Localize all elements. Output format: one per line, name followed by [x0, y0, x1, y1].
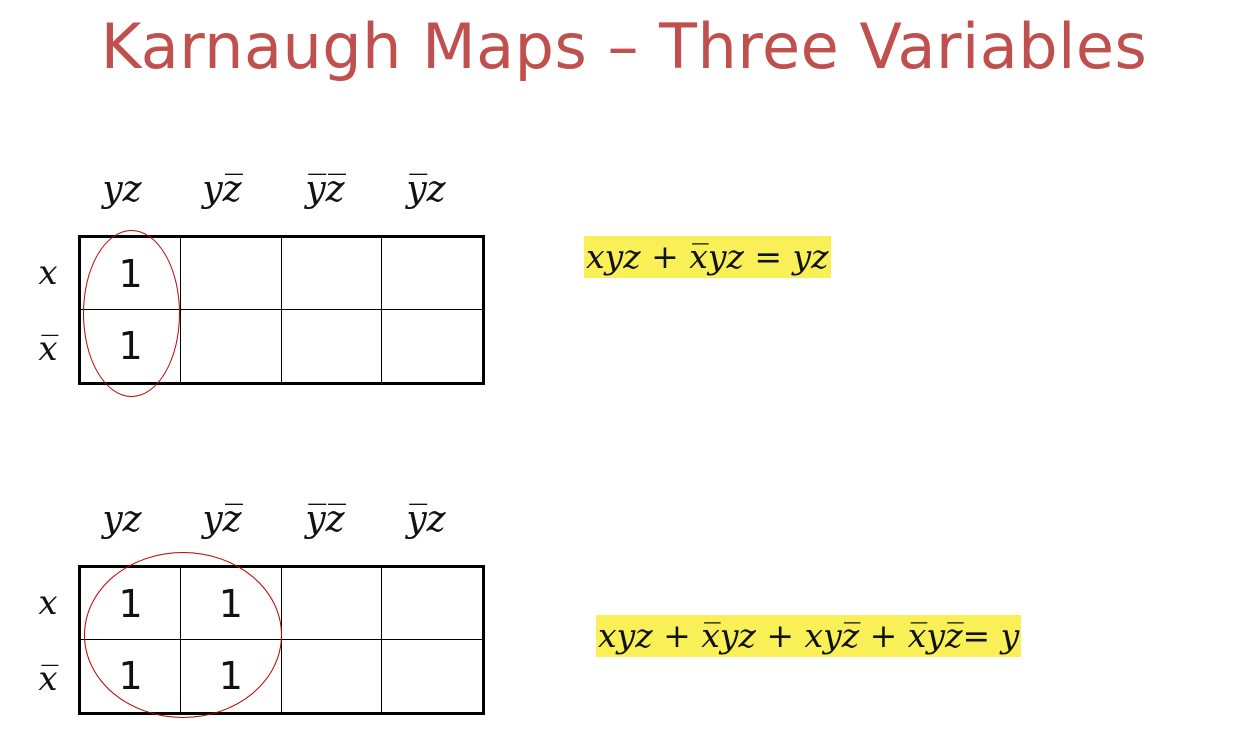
kmap-grid: 1 1: [78, 235, 485, 385]
kmap-cell: 1: [81, 310, 182, 382]
kmap-cell: [181, 238, 282, 310]
column-header-y-zbar: yz̅: [202, 169, 242, 210]
kmap-grid: 1 1 1 1: [78, 565, 485, 715]
column-header-ybar-zbar: y̅z̅: [305, 169, 345, 210]
kmap-cell: [381, 568, 482, 640]
kmap-cell: [281, 238, 382, 310]
row-header-xbar: x̅: [38, 329, 58, 369]
kmap-cell: [281, 568, 382, 640]
column-header-ybar-z: y̅z: [406, 499, 446, 540]
kmap-cell: [181, 310, 282, 382]
row-header-x: x: [38, 583, 58, 623]
column-header-yz: yz: [102, 169, 142, 210]
row-header-x: x: [38, 253, 58, 293]
kmap-cell: 1: [181, 568, 282, 640]
kmap-cell: [382, 640, 482, 712]
kmap-two-cell-group: yz yz̅ y̅z̅ y̅z x x̅ 1 1: [0, 160, 600, 420]
kmap-cell: [282, 310, 382, 382]
column-header-ybar-zbar: y̅z̅: [305, 499, 345, 540]
simplification-expression: xyz + x̅yz + xyz̅ + x̅yz̅= y: [596, 615, 1022, 657]
kmap-cell: 1: [81, 238, 182, 310]
kmap-cell: [382, 310, 482, 382]
column-header-ybar-z: y̅z: [406, 169, 446, 210]
kmap-cell: 1: [81, 568, 182, 640]
row-header-xbar: x̅: [38, 659, 58, 699]
kmap-cell: [381, 238, 482, 310]
column-header-y-zbar: yz̅: [202, 499, 242, 540]
kmap-cell: 1: [81, 640, 182, 712]
simplification-expression: xyz + x̅yz = yz: [584, 236, 831, 278]
kmap-cell: [282, 640, 382, 712]
column-header-yz: yz: [102, 499, 142, 540]
kmap-four-cell-group: yz yz̅ y̅z̅ y̅z x x̅ 1 1 1 1: [0, 490, 600, 750]
page-title: Karnaugh Maps – Three Variables: [100, 10, 1148, 83]
kmap-cell: 1: [181, 640, 282, 712]
